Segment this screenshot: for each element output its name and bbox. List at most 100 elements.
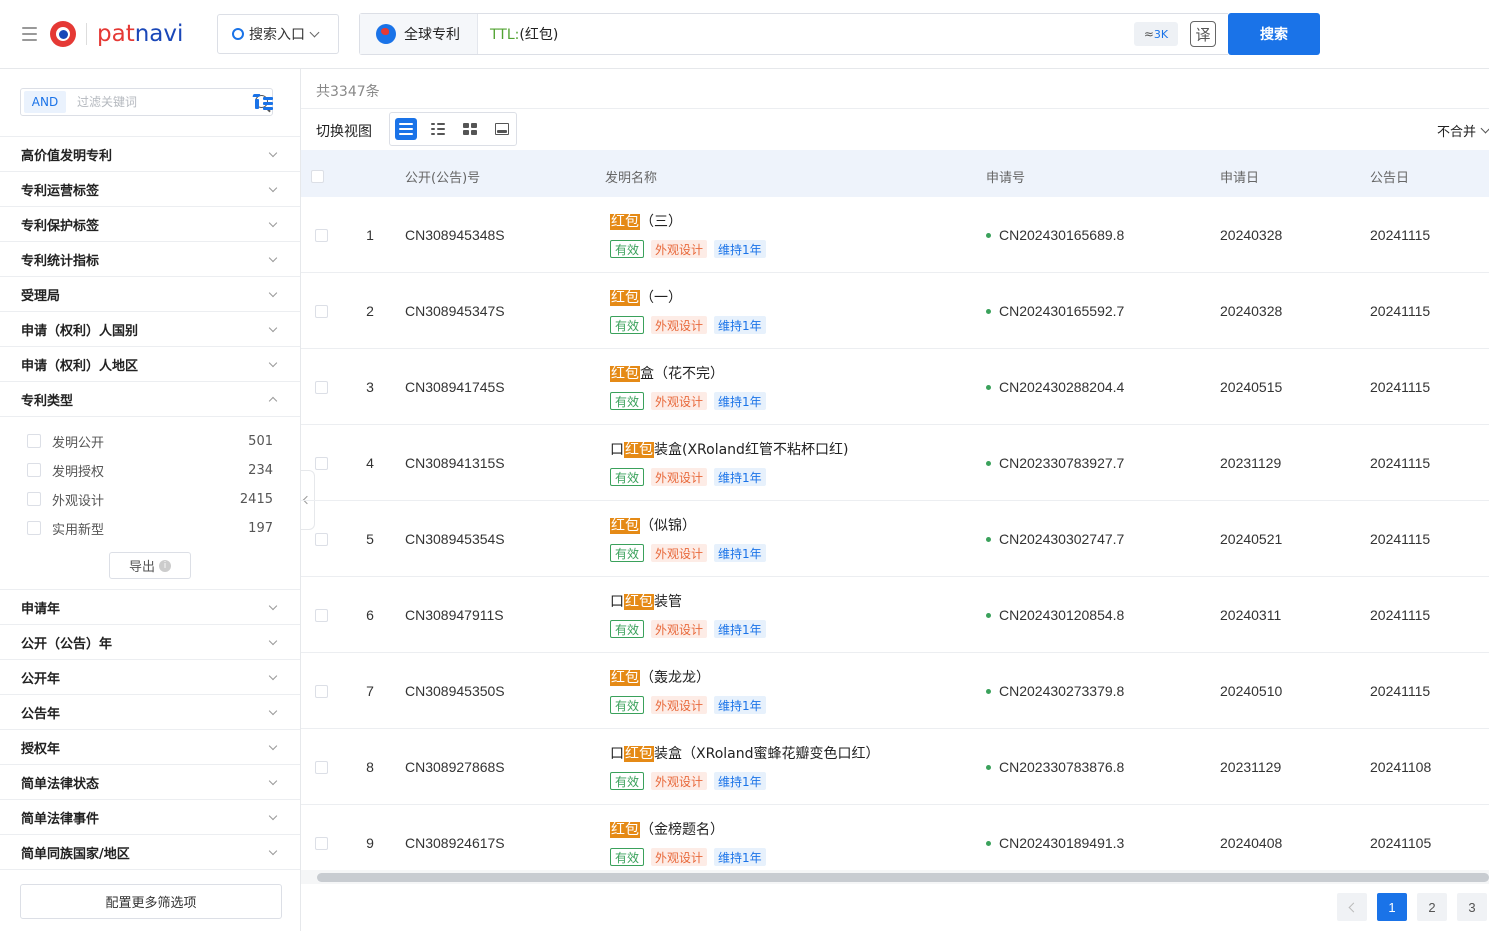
patent-title[interactable]: 口红包装盒（XRoland蜜蜂花瓣变色口红） (610, 743, 879, 763)
row-checkbox[interactable] (315, 457, 328, 470)
row-checkbox[interactable] (315, 229, 328, 242)
filter-group[interactable]: 高价值发明专利 (0, 136, 300, 171)
filter-group[interactable]: 简单同族国家/地区 (0, 834, 300, 869)
application-number[interactable]: CN202430165689.8 (986, 227, 1124, 243)
table-row[interactable]: 1 CN308945348S 红包（三） 有效 外观设计 维持1年 CN2024301656… (301, 197, 1489, 273)
detail-list-view-icon[interactable] (427, 118, 449, 140)
logo[interactable]: patnavi (50, 21, 183, 47)
publication-number[interactable]: CN308927868S (405, 759, 505, 775)
filter-group[interactable]: 受理局 (0, 276, 300, 311)
patent-title[interactable]: 红包（三） (610, 211, 682, 231)
checkbox[interactable] (27, 492, 41, 506)
filter-group[interactable]: 公告年 (0, 694, 300, 729)
column-header[interactable]: 申请号 (986, 167, 1025, 186)
translate-icon[interactable]: 译 (1190, 21, 1216, 47)
row-checkbox[interactable] (315, 381, 328, 394)
table-row[interactable]: 4 CN308941315S 口红包装盒(XRoland红管不粘杯口红) 有效 外观设计… (301, 425, 1489, 501)
row-checkbox[interactable] (315, 609, 328, 622)
table-row[interactable]: 5 CN308945354S 红包（似锦） 有效 外观设计 维持1年 CN202430302… (301, 501, 1489, 577)
publication-number[interactable]: CN308941315S (405, 455, 505, 471)
column-header[interactable]: 公告日 (1370, 167, 1409, 186)
page-button[interactable]: 1 (1377, 893, 1407, 921)
publication-number[interactable]: CN308947911S (405, 607, 504, 623)
checkbox[interactable] (27, 463, 41, 477)
table-row[interactable]: 6 CN308947911S 口红包装管 有效 外观设计 维持1年 CN2024301208… (301, 577, 1489, 653)
filter-group[interactable]: 简单法律状态 (0, 764, 300, 799)
type-option[interactable]: 实用新型 197 (27, 517, 273, 539)
application-number[interactable]: CN202430120854.8 (986, 607, 1124, 623)
filter-keyword-input[interactable] (77, 95, 217, 109)
result-count: 共3347条 (316, 84, 380, 100)
list-view-icon[interactable] (395, 118, 417, 140)
filter-group[interactable]: 申请年 (0, 589, 300, 624)
prev-page-button[interactable] (1337, 893, 1367, 921)
row-checkbox[interactable] (315, 837, 328, 850)
type-option[interactable]: 发明授权 234 (27, 459, 273, 481)
select-all-checkbox[interactable] (311, 170, 324, 183)
application-number[interactable]: CN202430302747.7 (986, 531, 1124, 547)
scope-selector[interactable]: 全球专利 (360, 14, 478, 54)
table-row[interactable]: 7 CN308945350S 红包（轰龙龙） 有效 外观设计 维持1年 CN20243027… (301, 653, 1489, 729)
patent-title[interactable]: 红包（一） (610, 287, 682, 307)
row-checkbox[interactable] (315, 305, 328, 318)
publication-number[interactable]: CN308945348S (405, 227, 505, 243)
application-number[interactable]: CN202430273379.8 (986, 683, 1124, 699)
query-input[interactable]: TTL:(红包) (478, 24, 1134, 44)
patent-title[interactable]: 红包（金榜题名） (610, 819, 724, 839)
page-button[interactable]: 3 (1457, 893, 1487, 921)
application-number[interactable]: CN202430189491.3 (986, 835, 1124, 851)
type-option[interactable]: 发明公开 501 (27, 430, 273, 452)
row-checkbox[interactable] (315, 761, 328, 774)
application-number[interactable]: CN202430165592.7 (986, 303, 1124, 319)
application-number[interactable]: CN202430288204.4 (986, 379, 1124, 395)
export-button[interactable]: 导出 i (109, 552, 191, 579)
filter-group[interactable]: 专利保护标签 (0, 206, 300, 241)
filter-group[interactable]: 专利统计指标 (0, 241, 300, 276)
patent-title[interactable]: 红包（轰龙龙） (610, 667, 710, 687)
scrollbar-thumb[interactable] (317, 873, 1489, 882)
search-box[interactable]: 全球专利 TTL:(红包) ≈3K 译 (359, 13, 1228, 55)
column-header[interactable]: 发明名称 (605, 167, 657, 186)
type-option[interactable]: 外观设计 2415 (27, 488, 273, 510)
page-button[interactable]: 2 (1417, 893, 1447, 921)
row-checkbox[interactable] (315, 685, 328, 698)
filter-group[interactable]: 公开（公告）年 (0, 624, 300, 659)
application-number[interactable]: CN202330783876.8 (986, 759, 1124, 775)
filter-group[interactable]: 申请（权利）人地区 (0, 346, 300, 381)
and-operator-toggle[interactable]: AND (24, 91, 66, 113)
table-row[interactable]: 8 CN308927868S 口红包装盒（XRoland蜜蜂花瓣变色口红） 有效 外观设… (301, 729, 1489, 805)
patent-title[interactable]: 口红包装管 (610, 591, 682, 611)
filter-group[interactable]: 公开年 (0, 659, 300, 694)
publication-number[interactable]: CN308941745S (405, 379, 505, 395)
image-view-icon[interactable] (491, 118, 513, 140)
filter-group[interactable]: 申请（权利）人国别 (0, 311, 300, 346)
table-row[interactable]: 3 CN308941745S 红包盒（花不完） 有效 外观设计 维持1年 CN2024302… (301, 349, 1489, 425)
checkbox[interactable] (27, 434, 41, 448)
table-row[interactable]: 2 CN308945347S 红包（一） 有效 外观设计 维持1年 CN2024301655… (301, 273, 1489, 349)
publication-number[interactable]: CN308945354S (405, 531, 505, 547)
publication-number[interactable]: CN308924617S (405, 835, 505, 851)
column-header[interactable]: 公开(公告)号 (405, 167, 480, 186)
filter-group[interactable]: 专利运营标签 (0, 171, 300, 206)
chevron-down-icon (268, 776, 278, 786)
patent-title[interactable]: 红包盒（花不完） (610, 363, 724, 383)
patent-title[interactable]: 口红包装盒(XRoland红管不粘杯口红) (610, 439, 848, 459)
type-badge: 外观设计 (651, 316, 708, 334)
application-number[interactable]: CN202330783927.7 (986, 455, 1124, 471)
search-entry-dropdown[interactable]: 搜索入口 (217, 14, 339, 54)
filter-settings-icon[interactable] (252, 94, 273, 112)
merge-dropdown[interactable]: 不合并 (1437, 121, 1489, 140)
configure-filters-button[interactable]: 配置更多筛选项 (20, 884, 282, 919)
filter-group-patent-type[interactable]: 专利类型 (0, 381, 300, 417)
publication-number[interactable]: CN308945347S (405, 303, 505, 319)
grid-view-icon[interactable] (459, 118, 481, 140)
publication-number[interactable]: CN308945350S (405, 683, 505, 699)
patent-title[interactable]: 红包（似锦） (610, 515, 696, 535)
row-checkbox[interactable] (315, 533, 328, 546)
filter-group[interactable]: 授权年 (0, 729, 300, 764)
column-header[interactable]: 申请日 (1220, 167, 1259, 186)
menu-icon[interactable] (22, 27, 37, 41)
search-button[interactable]: 搜索 (1228, 13, 1320, 55)
filter-group[interactable]: 简单法律事件 (0, 799, 300, 834)
checkbox[interactable] (27, 521, 41, 535)
